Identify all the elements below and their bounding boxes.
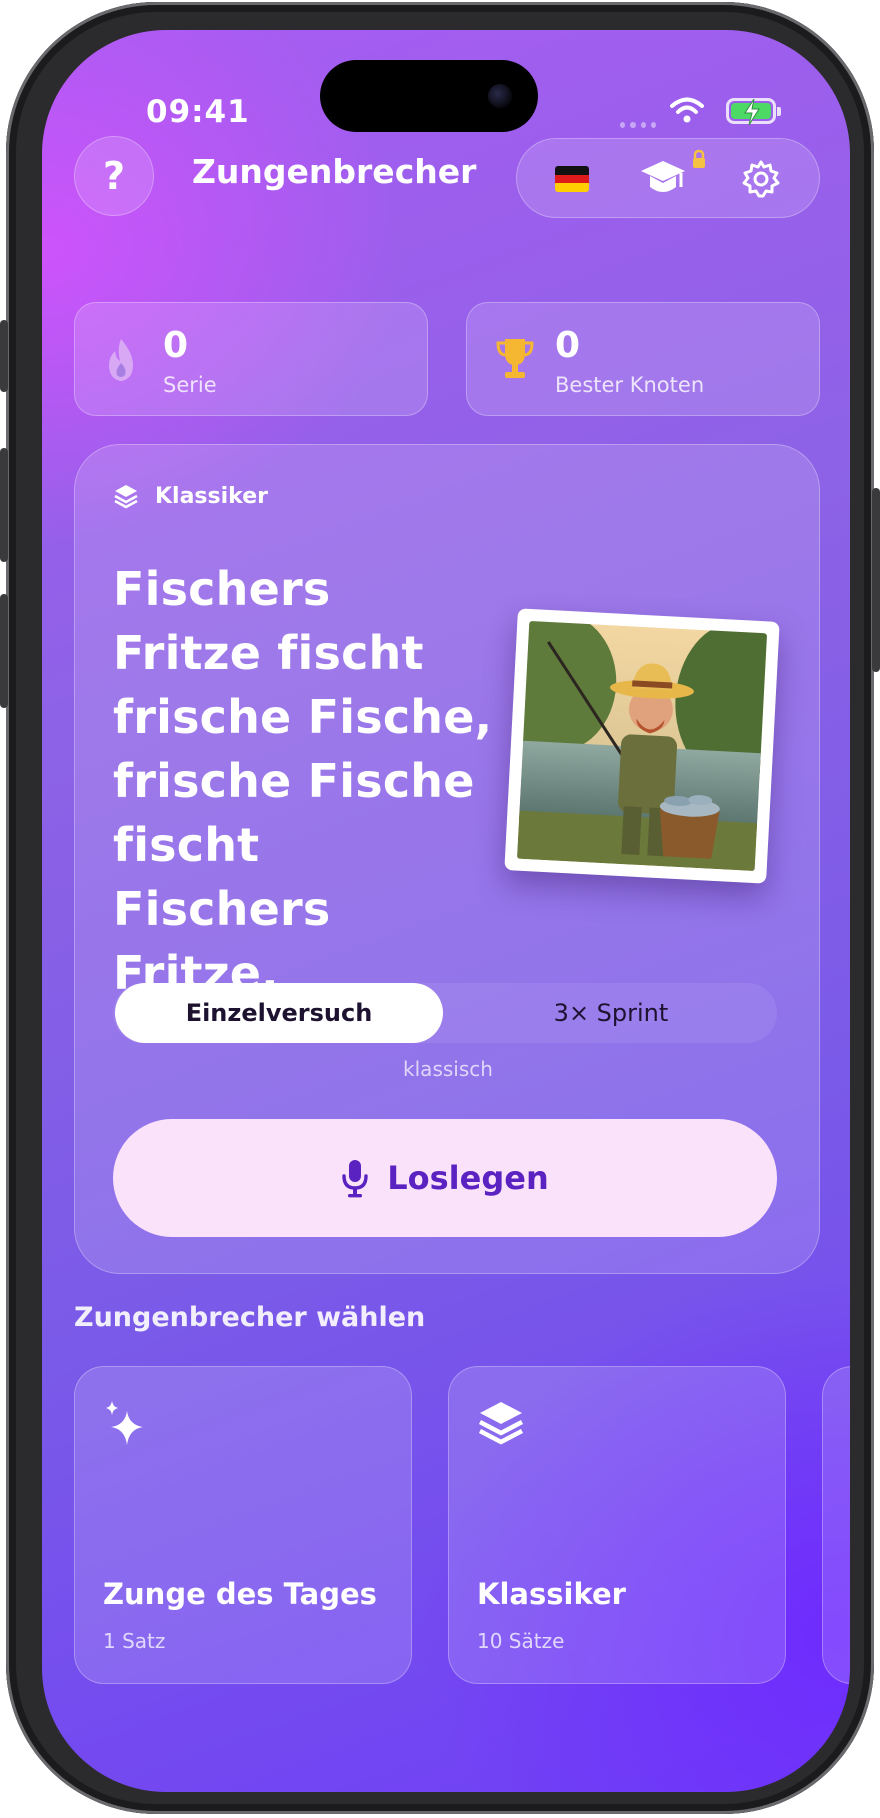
trophy-icon bbox=[496, 339, 534, 378]
gear-icon[interactable] bbox=[741, 159, 781, 199]
fisherman-illustration bbox=[504, 608, 780, 884]
battery-icon bbox=[726, 98, 781, 125]
picker-card-name: Klassiker bbox=[477, 1577, 626, 1611]
flame-icon bbox=[109, 339, 133, 381]
wifi-icon bbox=[670, 97, 704, 123]
help-button[interactable]: ? bbox=[74, 136, 154, 216]
collection-name: Klassiker bbox=[155, 483, 268, 509]
start-button[interactable]: Loslegen bbox=[113, 1119, 777, 1237]
phone-action-button bbox=[0, 320, 8, 392]
mode-toggle: Einzelversuch 3× Sprint bbox=[113, 983, 777, 1043]
current-tongue-twister-card: Klassiker Fischers Fritze fischt frische… bbox=[74, 444, 820, 1274]
stat-value: 0 bbox=[555, 325, 581, 366]
start-button-label: Loslegen bbox=[387, 1159, 549, 1197]
page-title: Zungenbrecher bbox=[192, 152, 477, 191]
mode-single-attempt[interactable]: Einzelversuch bbox=[115, 983, 443, 1043]
picker-card-count: 10 Sätze bbox=[477, 1629, 565, 1653]
camera-icon bbox=[488, 84, 512, 108]
phone-frame: 09:41 ? Zungenbrecher 0 Serie 0 Bester K… bbox=[0, 2, 880, 1814]
picker-card-partial[interactable] bbox=[822, 1366, 850, 1684]
mode-sprint[interactable]: 3× Sprint bbox=[447, 983, 775, 1043]
stat-streak: 0 Serie bbox=[74, 302, 428, 416]
section-title: Zungenbrecher wählen bbox=[74, 1302, 426, 1333]
stat-value: 0 bbox=[163, 325, 189, 366]
picker-card-name: Zunge des Tages bbox=[103, 1577, 377, 1611]
tongue-twister-text: Fischers Fritze fischt frische Fische, f… bbox=[113, 562, 493, 1000]
sparkles-icon bbox=[106, 1401, 143, 1445]
charging-bolt-icon bbox=[744, 99, 760, 125]
fisherman-image bbox=[516, 620, 768, 872]
dynamic-island bbox=[320, 60, 538, 132]
phone-power-button bbox=[872, 488, 880, 672]
picker-card-daily[interactable]: Zunge des Tages 1 Satz bbox=[74, 1366, 412, 1684]
picker-card-count: 1 Satz bbox=[103, 1629, 166, 1653]
microphone-icon bbox=[342, 1160, 368, 1198]
help-label: ? bbox=[102, 154, 126, 198]
graduation-cap-icon[interactable] bbox=[639, 157, 687, 199]
stat-label: Bester Knoten bbox=[555, 373, 705, 397]
stat-label: Serie bbox=[163, 373, 217, 397]
status-time: 09:41 bbox=[146, 94, 250, 130]
signal-icon bbox=[620, 122, 656, 130]
collection-tag: Klassiker bbox=[113, 483, 268, 509]
stat-best: 0 Bester Knoten bbox=[466, 302, 820, 416]
phone-volume-up bbox=[0, 448, 8, 562]
picker-card-classics[interactable]: Klassiker 10 Sätze bbox=[448, 1366, 786, 1684]
header-actions bbox=[516, 138, 820, 218]
app-screen: 09:41 ? Zungenbrecher 0 Serie 0 Bester K… bbox=[42, 30, 850, 1792]
german-flag-icon[interactable] bbox=[555, 166, 589, 192]
phone-volume-down bbox=[0, 594, 8, 708]
lock-icon bbox=[693, 149, 705, 168]
stack-icon bbox=[114, 485, 138, 509]
mode-hint: klassisch bbox=[403, 1057, 493, 1081]
stack-icon bbox=[478, 1402, 524, 1445]
